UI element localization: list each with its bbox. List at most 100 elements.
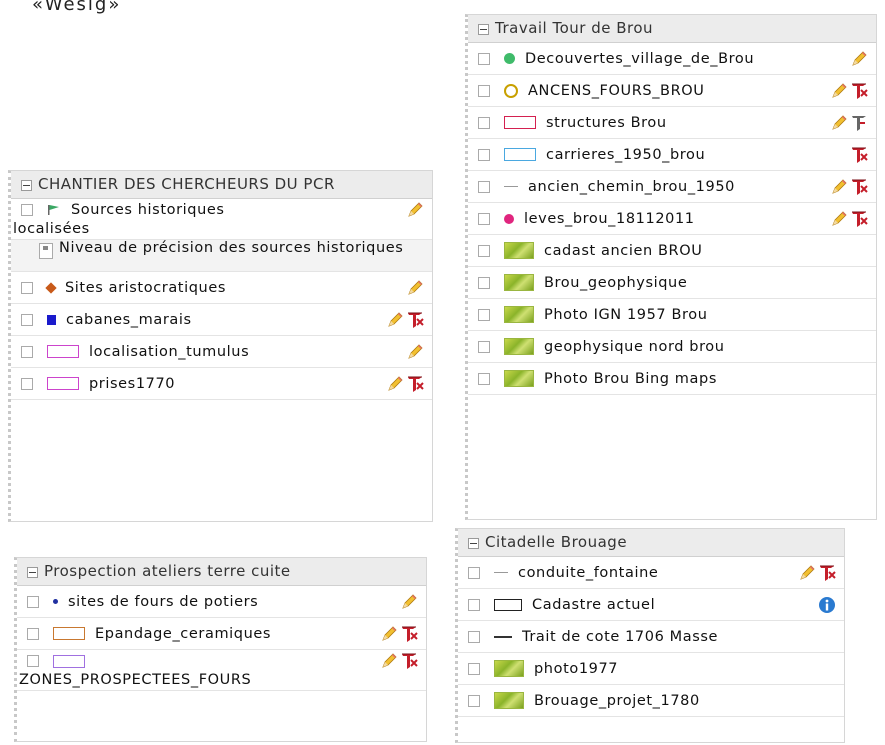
layer-row[interactable]: Photo IGN 1957 Brou <box>468 299 876 331</box>
group-header[interactable]: Prospection ateliers terre cuite <box>17 558 426 586</box>
pencil-icon[interactable] <box>830 178 848 196</box>
layer-checkbox[interactable] <box>478 84 490 97</box>
layer-checkbox[interactable] <box>468 630 480 643</box>
layer-row[interactable]: carrieres_1950_brou <box>468 139 876 171</box>
raster-icon <box>504 274 534 291</box>
layer-label: Sources historiques <box>71 202 225 218</box>
layer-checkbox[interactable] <box>21 345 33 358</box>
tool-icon[interactable] <box>850 210 868 228</box>
layer-label: localisation_tumulus <box>89 343 250 360</box>
pencil-icon[interactable] <box>386 375 404 393</box>
layer-row[interactable]: Trait de cote 1706 Masse <box>458 621 844 653</box>
pencil-icon[interactable] <box>400 593 418 611</box>
layer-row[interactable]: ANCENS_FOURS_BROU <box>468 75 876 107</box>
layer-row[interactable]: cabanes_marais <box>11 304 432 336</box>
layer-checkbox[interactable] <box>478 212 490 225</box>
layer-row[interactable]: Niveau de précision des sources historiq… <box>11 240 432 272</box>
tool-icon[interactable] <box>818 564 836 582</box>
layer-label: Photo IGN 1957 Brou <box>544 306 708 323</box>
layer-row[interactable]: Epandage_ceramiques <box>17 618 426 650</box>
layer-row[interactable]: geophysique nord brou <box>468 331 876 363</box>
tool-icon[interactable] <box>406 375 424 393</box>
layer-checkbox[interactable] <box>468 566 480 579</box>
tool-icon[interactable] <box>400 652 418 670</box>
layer-row[interactable]: localisation_tumulus <box>11 336 432 368</box>
layer-row[interactable]: photo1977 <box>458 653 844 685</box>
layer-label: conduite_fontaine <box>518 564 659 581</box>
layer-row[interactable]: Brou_geophysique <box>468 267 876 299</box>
layer-label: cadast ancien BROU <box>544 242 703 259</box>
layer-label: carrieres_1950_brou <box>546 146 706 163</box>
diamond-icon <box>45 281 57 294</box>
layer-row[interactable]: ancien_chemin_brou_1950 <box>468 171 876 203</box>
tool-icon[interactable] <box>850 178 868 196</box>
layer-checkbox[interactable] <box>21 377 33 390</box>
pencil-icon[interactable] <box>830 114 848 132</box>
pencil-icon[interactable] <box>406 201 424 219</box>
group-header[interactable]: Travail Tour de Brou <box>468 15 876 43</box>
layer-row[interactable]: Brouage_projet_1780 <box>458 685 844 717</box>
layer-checkbox[interactable] <box>478 372 490 385</box>
layer-row[interactable]: leves_brou_18112011 <box>468 203 876 235</box>
pencil-icon[interactable] <box>406 343 424 361</box>
layer-row[interactable]: structures Brou <box>468 107 876 139</box>
pencil-icon[interactable] <box>830 210 848 228</box>
collapse-icon[interactable] <box>21 180 32 191</box>
layer-checkbox[interactable] <box>478 180 490 193</box>
tool-icon[interactable] <box>850 114 868 132</box>
collapse-icon[interactable] <box>27 567 38 578</box>
layer-checkbox[interactable] <box>478 52 490 65</box>
green-dot-icon <box>504 53 515 64</box>
layer-row[interactable]: Sites aristocratiques <box>11 272 432 304</box>
layer-checkbox[interactable] <box>21 313 33 326</box>
layer-label: geophysique nord brou <box>544 338 725 355</box>
layer-checkbox[interactable] <box>21 281 33 294</box>
layer-row[interactable]: Decouvertes_village_de_Brou <box>468 43 876 75</box>
layer-actions <box>386 375 424 393</box>
tool-icon[interactable] <box>850 82 868 100</box>
tool-icon[interactable] <box>400 625 418 643</box>
group-header[interactable]: Citadelle Brouage <box>458 529 844 557</box>
collapse-icon[interactable] <box>478 24 489 35</box>
layer-checkbox[interactable] <box>478 244 490 257</box>
layer-checkbox[interactable] <box>478 340 490 353</box>
layer-label: Brouage_projet_1780 <box>534 692 700 709</box>
tool-icon[interactable] <box>850 146 868 164</box>
layer-row[interactable]: cadast ancien BROU <box>468 235 876 267</box>
layer-group-travail: Travail Tour de Brou Decouvertes_village… <box>465 14 877 520</box>
layer-checkbox[interactable] <box>21 204 33 216</box>
layer-checkbox[interactable] <box>27 627 39 640</box>
pencil-icon[interactable] <box>798 564 816 582</box>
layer-checkbox[interactable] <box>468 694 480 707</box>
layer-row[interactable]: sites de fours de potiers <box>17 586 426 618</box>
pencil-icon[interactable] <box>380 625 398 643</box>
tool-icon[interactable] <box>406 311 424 329</box>
layer-checkbox[interactable] <box>27 595 39 608</box>
collapse-icon[interactable] <box>468 538 479 549</box>
pencil-icon[interactable] <box>380 652 398 670</box>
layer-checkbox[interactable] <box>478 116 490 129</box>
layer-label: Brou_geophysique <box>544 274 688 291</box>
layer-checkbox[interactable] <box>478 308 490 321</box>
pencil-icon[interactable] <box>850 50 868 68</box>
layer-row[interactable]: ZONES_PROSPECTEES_FOURS <box>17 650 426 691</box>
pencil-icon[interactable] <box>406 279 424 297</box>
layer-checkbox[interactable] <box>468 662 480 675</box>
layer-row[interactable]: prises1770 <box>11 368 432 400</box>
pencil-icon[interactable] <box>386 311 404 329</box>
group-header[interactable]: CHANTIER DES CHERCHEURS DU PCR <box>11 171 432 199</box>
info-icon[interactable] <box>818 596 836 614</box>
layer-group-citadelle: Citadelle Brouage conduite_fontaine Cadas… <box>455 528 845 743</box>
layer-row[interactable]: Sources historiques localisées <box>11 199 432 240</box>
layer-list: sites de fours de potiers Epandage_cerami… <box>17 586 426 691</box>
layer-actions <box>830 114 868 132</box>
layer-row[interactable]: conduite_fontaine <box>458 557 844 589</box>
layer-checkbox[interactable] <box>27 655 39 667</box>
layer-checkbox[interactable] <box>468 598 480 611</box>
layer-row[interactable]: Cadastre actuel <box>458 589 844 621</box>
polygon-icon <box>504 148 536 161</box>
layer-checkbox[interactable] <box>478 276 490 289</box>
layer-row[interactable]: Photo Brou Bing maps <box>468 363 876 395</box>
pencil-icon[interactable] <box>830 82 848 100</box>
layer-checkbox[interactable] <box>478 148 490 161</box>
